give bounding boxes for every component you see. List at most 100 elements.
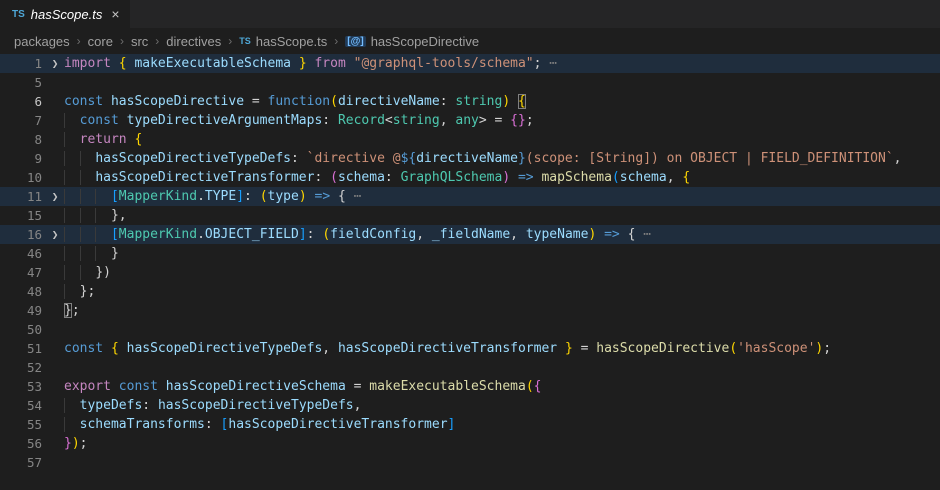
code-token: ] xyxy=(299,227,307,242)
line-row[interactable]: 1❯import { makeExecutableSchema } from "… xyxy=(0,54,940,73)
breadcrumb-item-symbol[interactable]: [@]hasScopeDirective xyxy=(345,34,479,49)
code-line[interactable]: schemaTransforms: [hasScopeDirectiveTran… xyxy=(64,415,940,434)
code-token: ; xyxy=(72,303,80,318)
line-number: 52 xyxy=(0,358,46,377)
code-line[interactable]: }; xyxy=(64,301,940,320)
tab-hasscope[interactable]: TS hasScope.ts × xyxy=(0,0,130,28)
code-token: OBJECT_FIELD xyxy=(205,227,299,242)
code-editor[interactable]: 1❯import { makeExecutableSchema } from "… xyxy=(0,54,940,490)
code-line[interactable]: export const hasScopeDirectiveSchema = m… xyxy=(64,377,940,396)
code-token: ( xyxy=(322,227,330,242)
line-row[interactable]: 50 xyxy=(0,320,940,339)
line-row[interactable]: 57 xyxy=(0,453,940,472)
code-token xyxy=(64,417,80,432)
breadcrumb-item-file[interactable]: TShasScope.ts xyxy=(239,34,327,49)
fold-spacer xyxy=(46,301,64,320)
code-token: schema xyxy=(620,170,667,185)
line-row[interactable]: 51const { hasScopeDirectiveTypeDefs, has… xyxy=(0,339,940,358)
line-number: 5 xyxy=(0,73,46,92)
code-token: : xyxy=(291,151,307,166)
code-line[interactable]: typeDefs: hasScopeDirectiveTypeDefs, xyxy=(64,396,940,415)
code-token xyxy=(64,113,80,128)
code-line[interactable] xyxy=(64,320,940,339)
code-line[interactable]: import { makeExecutableSchema } from "@g… xyxy=(64,54,940,73)
code-token: typeDirectiveArgumentMaps xyxy=(127,113,323,128)
fold-spacer xyxy=(46,453,64,472)
line-row[interactable]: 5 xyxy=(0,73,940,92)
code-token xyxy=(64,265,80,280)
code-token: : xyxy=(314,170,330,185)
code-token: 'hasScope' xyxy=(737,341,815,356)
code-token: , xyxy=(354,398,362,413)
code-token: export xyxy=(64,379,111,394)
code-line[interactable]: const hasScopeDirective = function(direc… xyxy=(64,92,940,111)
code-token: , xyxy=(440,113,456,128)
tab-bar: TS hasScope.ts × xyxy=(0,0,940,28)
code-token: hasScopeDirectiveSchema xyxy=(166,379,346,394)
code-line[interactable]: }, xyxy=(64,206,940,225)
line-row[interactable]: 56}); xyxy=(0,434,940,453)
code-token: hasScopeDirectiveTypeDefs xyxy=(127,341,323,356)
breadcrumb-item-core[interactable]: core xyxy=(88,34,113,49)
code-token: }; xyxy=(80,284,96,299)
code-token: TYPE xyxy=(205,189,236,204)
code-token xyxy=(103,94,111,109)
breadcrumb-item-packages[interactable]: packages xyxy=(14,34,70,49)
breadcrumb-item-src[interactable]: src xyxy=(131,34,148,49)
line-number: 9 xyxy=(0,149,46,168)
line-row[interactable]: 16❯ [MapperKind.OBJECT_FIELD]: (fieldCon… xyxy=(0,225,940,244)
code-line[interactable]: hasScopeDirectiveTypeDefs: `directive @$… xyxy=(64,149,940,168)
code-token: : xyxy=(307,227,323,242)
code-token xyxy=(95,227,111,242)
line-row[interactable]: 10 hasScopeDirectiveTransformer: (schema… xyxy=(0,168,940,187)
line-row[interactable]: 52 xyxy=(0,358,940,377)
code-token: ( xyxy=(330,94,338,109)
code-line[interactable] xyxy=(64,73,940,92)
line-row[interactable]: 6const hasScopeDirective = function(dire… xyxy=(0,92,940,111)
line-number: 50 xyxy=(0,320,46,339)
close-icon[interactable]: × xyxy=(111,7,119,21)
fold-spacer xyxy=(46,415,64,434)
code-line[interactable] xyxy=(64,358,940,377)
code-line[interactable]: const { hasScopeDirectiveTypeDefs, hasSc… xyxy=(64,339,940,358)
line-row[interactable]: 49}; xyxy=(0,301,940,320)
line-row[interactable]: 15 }, xyxy=(0,206,940,225)
code-line[interactable]: [MapperKind.OBJECT_FIELD]: (fieldConfig,… xyxy=(64,225,940,244)
code-token: ⋯ xyxy=(541,56,557,71)
line-row[interactable]: 8 return { xyxy=(0,130,940,149)
line-row[interactable]: 47 }) xyxy=(0,263,940,282)
fold-chevron-icon[interactable]: ❯ xyxy=(46,187,64,206)
code-token: string xyxy=(455,94,502,109)
code-token: : xyxy=(244,189,260,204)
code-token xyxy=(596,227,604,242)
breadcrumb-item-directives[interactable]: directives xyxy=(166,34,221,49)
breadcrumb-separator: › xyxy=(155,34,159,48)
code-token: { xyxy=(338,189,346,204)
code-token: = xyxy=(573,341,596,356)
line-row[interactable]: 11❯ [MapperKind.TYPE]: (type) => { ⋯ xyxy=(0,187,940,206)
code-line[interactable]: return { xyxy=(64,130,940,149)
code-token: { xyxy=(682,170,690,185)
code-line[interactable]: const typeDirectiveArgumentMaps: Record<… xyxy=(64,111,940,130)
code-line[interactable]: [MapperKind.TYPE]: (type) => { ⋯ xyxy=(64,187,940,206)
line-row[interactable]: 46 } xyxy=(0,244,940,263)
code-line[interactable]: } xyxy=(64,244,940,263)
code-token: type xyxy=(268,189,299,204)
fold-chevron-icon[interactable]: ❯ xyxy=(46,225,64,244)
code-line[interactable]: }) xyxy=(64,263,940,282)
code-line[interactable]: }; xyxy=(64,282,940,301)
code-line[interactable]: }); xyxy=(64,434,940,453)
fold-chevron-icon[interactable]: ❯ xyxy=(46,54,64,73)
code-line[interactable] xyxy=(64,453,940,472)
breadcrumb-separator: › xyxy=(120,34,124,48)
code-line[interactable]: hasScopeDirectiveTransformer: (schema: G… xyxy=(64,168,940,187)
line-row[interactable]: 7 const typeDirectiveArgumentMaps: Recor… xyxy=(0,111,940,130)
code-token: : xyxy=(142,398,158,413)
line-row[interactable]: 55 schemaTransforms: [hasScopeDirectiveT… xyxy=(0,415,940,434)
line-row[interactable]: 54 typeDefs: hasScopeDirectiveTypeDefs, xyxy=(0,396,940,415)
line-number: 53 xyxy=(0,377,46,396)
line-row[interactable]: 9 hasScopeDirectiveTypeDefs: `directive … xyxy=(0,149,940,168)
code-token: ] xyxy=(236,189,244,204)
line-row[interactable]: 48 }; xyxy=(0,282,940,301)
line-row[interactable]: 53 export const hasScopeDirectiveSchema =… xyxy=(0,377,940,396)
